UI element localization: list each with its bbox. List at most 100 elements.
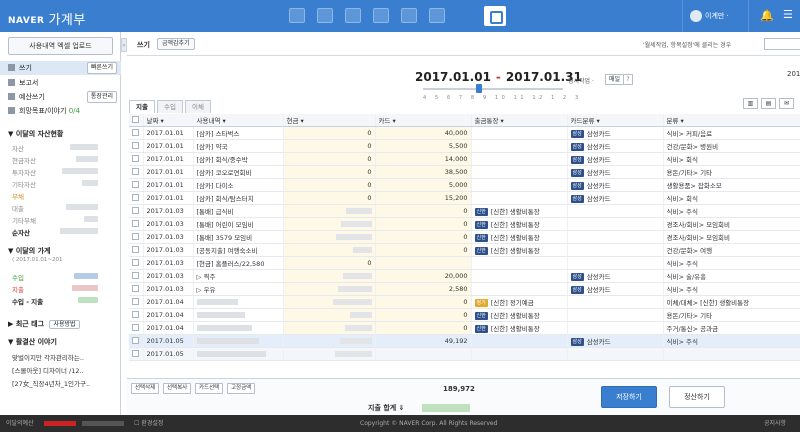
card-cell[interactable]: 0 (375, 295, 472, 309)
date-cell[interactable]: 2017.01.04 (143, 321, 194, 335)
card-type-cell[interactable]: 삼성 삼성카드 (567, 139, 664, 153)
row-checkbox[interactable] (132, 246, 139, 253)
table-row[interactable]: 2017.01.03 [통배] 3579 모임비 0 신한 [신한] 생활비통장 경조사/… (129, 230, 800, 244)
date-cell[interactable]: 2017.01.01 (143, 178, 194, 192)
cash-cell[interactable] (283, 347, 376, 361)
table-row[interactable]: 2017.01.03 ▷ 우유 2,580 삼성 삼성카드 식비> 주식 (129, 282, 800, 296)
card-type-cell[interactable] (567, 308, 664, 322)
card-type-cell[interactable]: 삼성 삼성카드 (567, 178, 664, 192)
fixed-amount-button[interactable]: 고정금액 (227, 383, 256, 394)
bank-cell[interactable] (471, 178, 568, 192)
row-checkbox[interactable] (132, 259, 139, 266)
save-button[interactable]: 저장하기 (601, 386, 657, 408)
column-header[interactable]: 현금 ▾ (283, 114, 376, 127)
card-type-cell[interactable]: 삼성 삼성카드 (567, 334, 664, 348)
category-cell[interactable]: 경조사/회비> 모임회비 (663, 230, 800, 244)
cash-cell[interactable]: 0 (283, 126, 376, 140)
date-cell[interactable]: 2017.01.01 (143, 165, 194, 179)
card-cell[interactable] (375, 256, 472, 270)
cash-cell[interactable] (283, 243, 376, 257)
date-cell[interactable]: 2017.01.05 (143, 347, 194, 361)
category-cell[interactable]: 건강/문화> 병원비 (663, 139, 800, 153)
ledger-title[interactable]: ▼ 이달의 가계 (8, 246, 50, 256)
bank-cell[interactable] (471, 282, 568, 296)
sidebar-item-report[interactable]: 보고서 (0, 76, 121, 90)
cash-cell[interactable] (283, 269, 376, 283)
cash-cell[interactable] (283, 217, 376, 231)
story-item[interactable]: [27女_직장4년차_1인가구.. (12, 378, 90, 388)
row-checkbox[interactable] (132, 220, 139, 227)
description-cell[interactable] (193, 321, 284, 335)
cash-cell[interactable]: 0 (283, 191, 376, 205)
hide-amount-button[interactable]: 금액감추기 (157, 38, 195, 50)
card-cell[interactable]: 0 (375, 204, 472, 218)
description-cell[interactable]: [삼카] 회식/탐스터치 (193, 191, 284, 205)
cash-cell[interactable] (283, 295, 376, 309)
description-cell[interactable] (193, 334, 284, 348)
table-row[interactable]: 2017.01.05 (129, 347, 800, 361)
card-cell[interactable]: 40,000 (375, 126, 472, 140)
description-cell[interactable]: [공동지출] 여행숙소비 (193, 243, 284, 257)
column-header[interactable]: 출금통장 ▾ (471, 114, 568, 127)
description-cell[interactable]: ▷ 찍주 (193, 269, 284, 283)
cash-cell[interactable]: 0 (283, 178, 376, 192)
column-header[interactable]: 분류 ▾ (663, 114, 800, 127)
category-cell[interactable]: 식비> 주식 (663, 204, 800, 218)
description-cell[interactable]: [통배] 3579 모임비 (193, 230, 284, 244)
table-row[interactable]: 2017.01.05 49,192 삼성 삼성카드 식비> 주식 (129, 334, 800, 348)
table-row[interactable]: 2017.01.04 0 신한 [신한] 생활비통장 용돈/기타> 기타 (129, 308, 800, 322)
date-cell[interactable]: 2017.01.01 (143, 191, 194, 205)
category-cell[interactable]: 경조사/회비> 모임회비 (663, 217, 800, 231)
table-row[interactable]: 2017.01.03 [통배] 급식비 0 신한 [신한] 생활비통장 식비> 주식 (129, 204, 800, 218)
cash-cell[interactable]: 0 (283, 139, 376, 153)
excel-upload-button[interactable]: 사용내역 엑셀 업로드 (8, 37, 113, 55)
category-cell[interactable]: 식비> 회식 (663, 152, 800, 166)
story-item[interactable]: [스몰아웃] 디자이너 /12.. (12, 365, 84, 375)
bank-cell[interactable] (471, 191, 568, 205)
copy-selected-button[interactable]: 선택복사 (163, 383, 192, 394)
select-all-checkbox[interactable] (132, 116, 139, 124)
cash-cell[interactable] (283, 321, 376, 335)
card-cell[interactable]: 0 (375, 308, 472, 322)
category-cell[interactable]: 식비> 주식 (663, 282, 800, 296)
account-manage-button[interactable]: 통장관리 (86, 91, 117, 103)
settle-button[interactable]: 정산하기 (669, 386, 725, 408)
category-cell[interactable]: 이체/대체> [신한] 생활비통장 (663, 295, 800, 309)
memo-icon[interactable] (401, 8, 417, 23)
table-row[interactable]: 2017.01.01 [삼카] 다이소 0 5,000 삼성 삼성카드 생활용품> 잡화소모 (129, 178, 800, 192)
card-cell[interactable]: 0 (375, 321, 472, 335)
column-header[interactable]: 사용내역 ▾ (193, 114, 284, 127)
table-row[interactable]: 2017.01.03 [공동지출] 여행숙소비 0 신한 [신한] 생활비통장 건강/문화… (129, 243, 800, 257)
card-cell[interactable]: 20,000 (375, 269, 472, 283)
cash-cell[interactable] (283, 230, 376, 244)
card-cell[interactable]: 0 (375, 217, 472, 231)
row-checkbox[interactable] (132, 194, 139, 201)
description-cell[interactable]: [삼카] 코오로연회비 (193, 165, 284, 179)
table-row[interactable]: 2017.01.03 [통배] 어린이 모임비 0 신한 [신한] 생활비통장 경조사/회… (129, 217, 800, 231)
bank-cell[interactable]: 신한 [신한] 생활비통장 (471, 243, 568, 257)
card-cell[interactable]: 0 (375, 230, 472, 244)
card-type-cell[interactable] (567, 295, 664, 309)
bank-cell[interactable]: 신한 [신한] 생활비통장 (471, 321, 568, 335)
row-checkbox[interactable] (132, 350, 139, 357)
bank-cell[interactable] (471, 165, 568, 179)
description-cell[interactable]: [통배] 급식비 (193, 204, 284, 218)
card-type-cell[interactable] (567, 321, 664, 335)
card-cell[interactable]: 0 (375, 243, 472, 257)
row-checkbox[interactable] (132, 285, 139, 292)
export-icon[interactable]: ✉ (779, 98, 794, 109)
tab-income[interactable]: 수입 (157, 100, 183, 113)
description-cell[interactable] (193, 308, 284, 322)
date-cell[interactable]: 2017.01.03 (143, 243, 194, 257)
card-type-cell[interactable]: 삼성 삼성카드 (567, 191, 664, 205)
quick-write-button[interactable]: 빠른쓰기 (86, 62, 117, 74)
date-cell[interactable]: 2017.01.03 (143, 282, 194, 296)
card-type-cell[interactable] (567, 243, 664, 257)
bank-cell[interactable] (471, 139, 568, 153)
card-type-cell[interactable] (567, 347, 664, 361)
drive-icon[interactable] (429, 8, 445, 23)
description-cell[interactable] (193, 347, 284, 361)
date-cell[interactable]: 2017.01.03 (143, 230, 194, 244)
story-item[interactable]: 맞벌이지만 각자관리하는.. (12, 352, 84, 362)
row-checkbox[interactable] (132, 233, 139, 240)
